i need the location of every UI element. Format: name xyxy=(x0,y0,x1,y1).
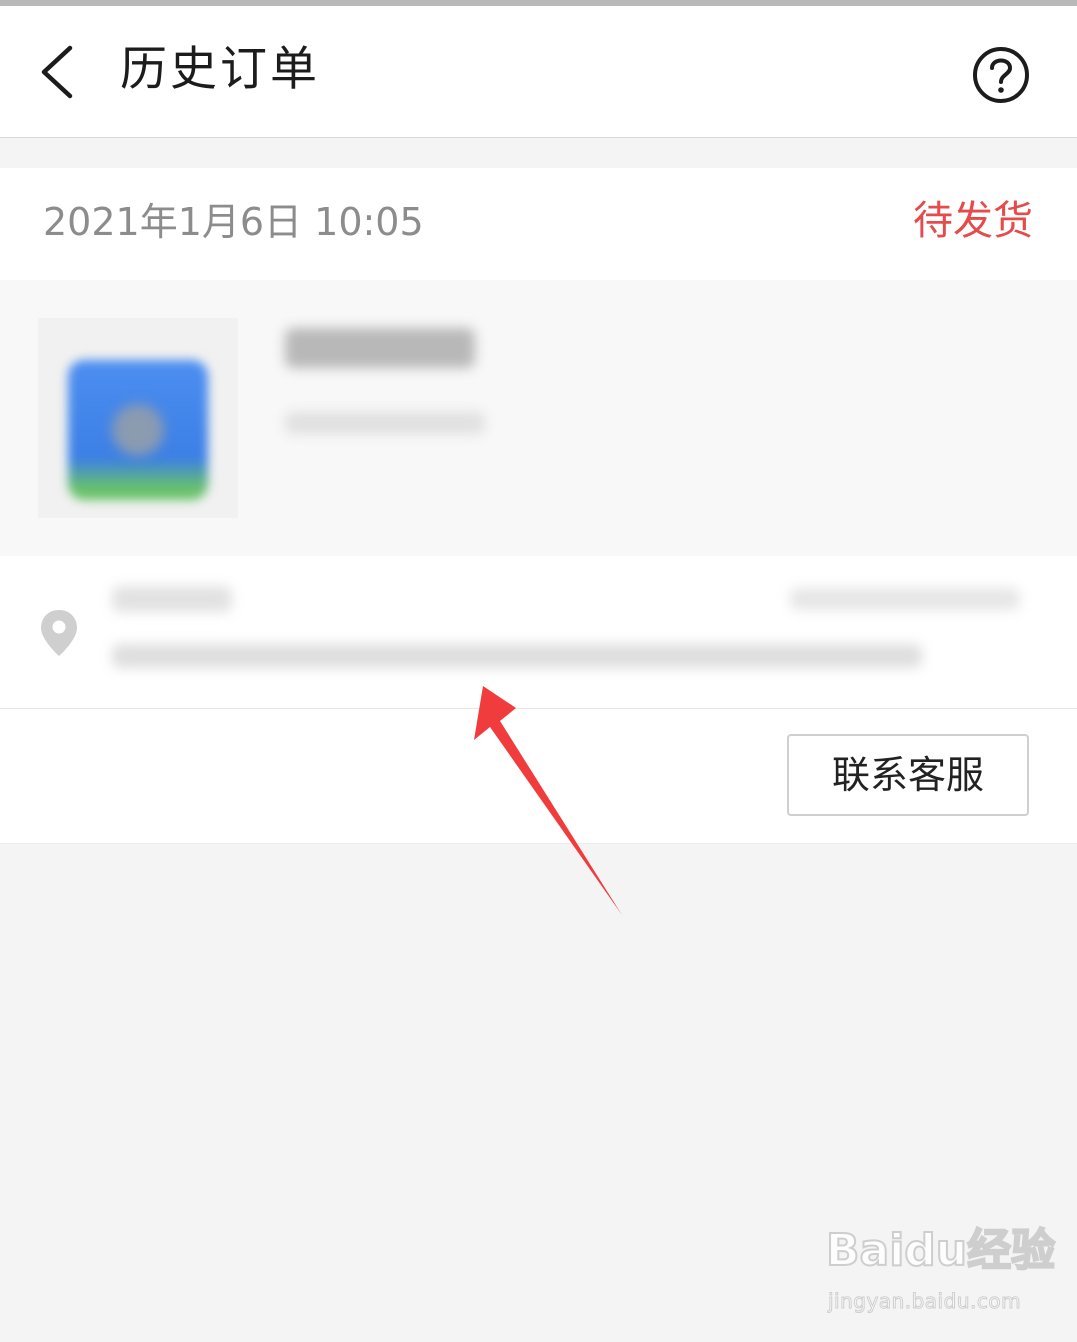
location-pin-icon xyxy=(41,610,77,656)
baidu-jingyan-watermark: Baidu经验 jingyan.baidu.com xyxy=(825,1224,1056,1320)
question-circle-icon xyxy=(973,47,1029,103)
help-button[interactable] xyxy=(970,44,1032,106)
delivery-address[interactable] xyxy=(0,556,1077,709)
chevron-left-icon xyxy=(41,45,73,99)
product-item[interactable] xyxy=(0,280,1077,556)
app-header: 历史订单 xyxy=(0,6,1077,138)
order-status: 待发货 xyxy=(913,198,1033,244)
address-line-blurred xyxy=(112,644,922,668)
page-title: 历史订单 xyxy=(120,42,320,97)
watermark-logo: Baidu经验 xyxy=(825,1224,1056,1277)
product-spec-blurred xyxy=(285,412,485,434)
order-card-header[interactable]: 2021年1月6日 10:05 待发货 xyxy=(0,168,1077,280)
recipient-name-blurred xyxy=(112,586,232,612)
recipient-phone-blurred xyxy=(790,588,1020,610)
product-image-detail-blurred xyxy=(112,404,164,456)
watermark-url: jingyan.baidu.com xyxy=(827,1289,1022,1314)
order-actions: 联系客服 xyxy=(0,709,1077,844)
contact-customer-service-button[interactable]: 联系客服 xyxy=(787,734,1029,816)
product-name-blurred xyxy=(285,328,475,368)
product-thumbnail xyxy=(38,318,238,518)
order-time: 2021年1月6日 10:05 xyxy=(43,200,424,244)
back-button[interactable] xyxy=(30,42,90,102)
